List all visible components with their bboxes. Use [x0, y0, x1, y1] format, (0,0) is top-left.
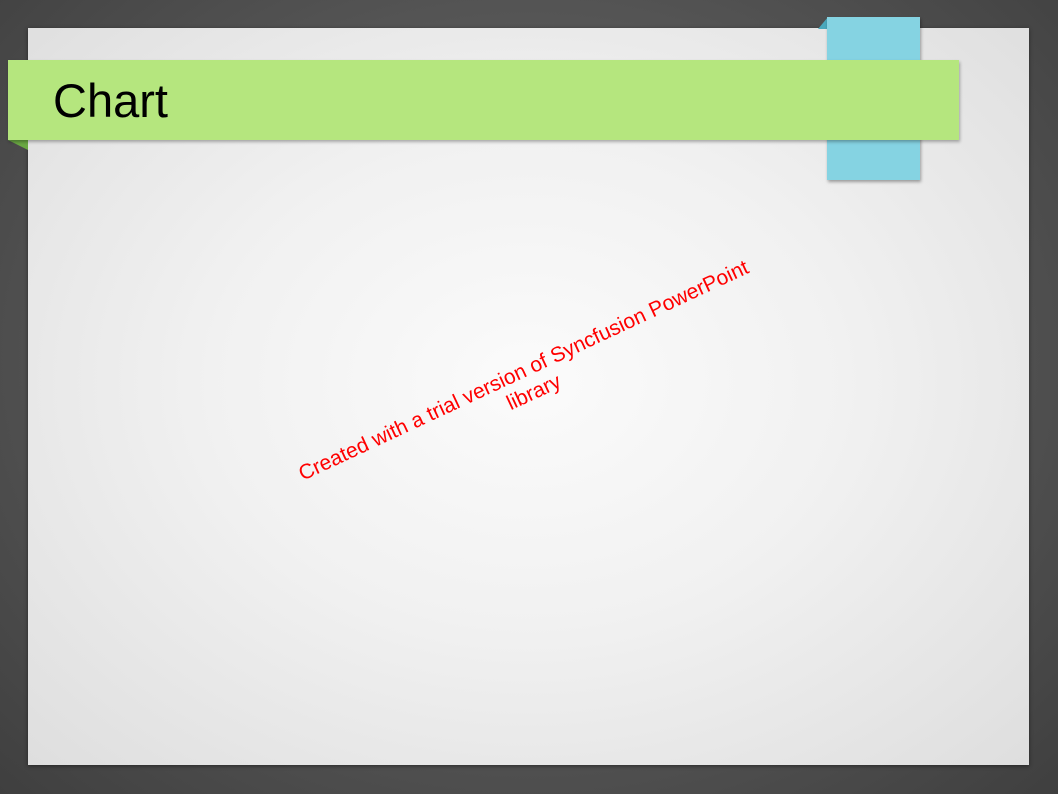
title-bar: Chart [8, 60, 959, 140]
title-bar-fold [8, 140, 28, 150]
slide-title: Chart [53, 74, 168, 127]
